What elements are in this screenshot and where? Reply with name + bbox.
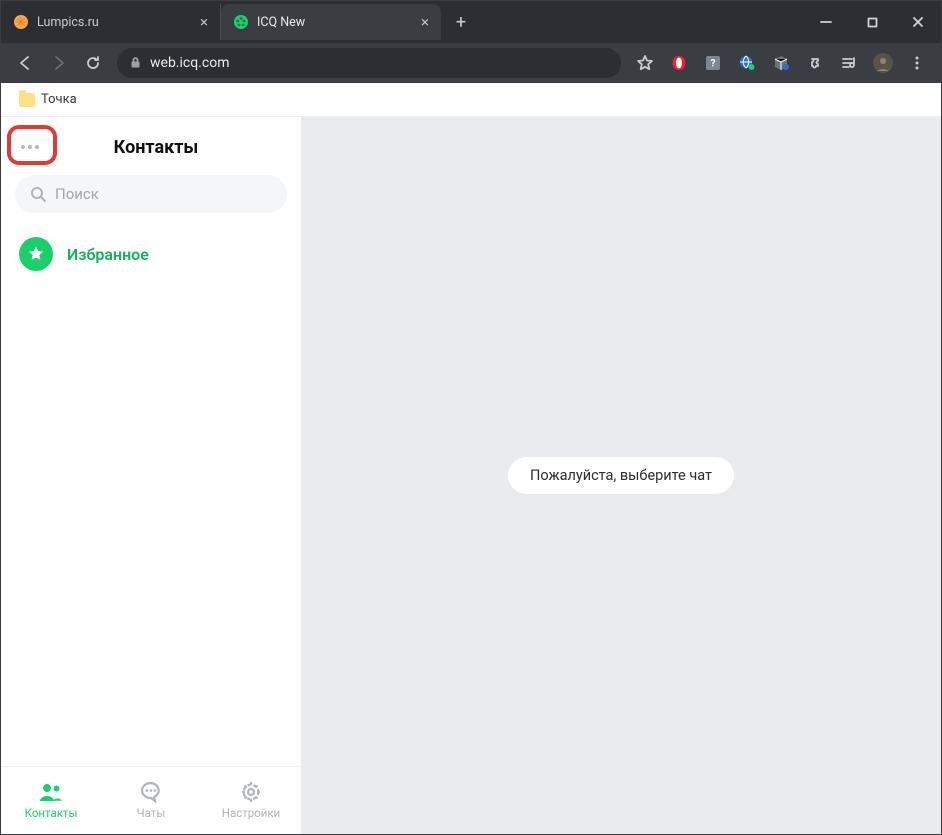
browser-titlebar: Lumpics.ru × ICQ New × + xyxy=(1,1,941,43)
browser-window: Lumpics.ru × ICQ New × + web.icq.com xyxy=(0,0,942,835)
contacts-icon xyxy=(38,781,64,803)
minimize-button[interactable] xyxy=(803,1,849,43)
more-menu-button[interactable] xyxy=(15,135,45,159)
nav-settings[interactable]: Настройки xyxy=(201,767,301,834)
extension-playlist-icon[interactable] xyxy=(833,47,865,79)
search-icon xyxy=(29,185,47,203)
browser-tab-active[interactable]: ICQ New × xyxy=(221,4,441,40)
nav-chats[interactable]: Чаты xyxy=(101,767,201,834)
address-bar[interactable]: web.icq.com xyxy=(117,48,621,78)
extension-opera-icon[interactable] xyxy=(663,47,695,79)
bookmark-folder[interactable]: Точка xyxy=(13,88,83,111)
bottom-nav: Контакты Чаты Настройки xyxy=(1,766,301,834)
app-content: Контакты Избранное Контакты xyxy=(1,117,941,834)
search-field-wrap[interactable] xyxy=(15,175,287,213)
svg-text:?: ? xyxy=(711,59,716,70)
favicon-icon xyxy=(13,14,29,30)
folder-icon xyxy=(19,93,35,107)
tab-close-icon[interactable]: × xyxy=(200,13,208,31)
nav-label: Чаты xyxy=(137,806,166,820)
star-icon xyxy=(19,237,53,271)
nav-label: Контакты xyxy=(25,806,78,820)
lock-icon xyxy=(129,54,142,73)
profile-avatar[interactable] xyxy=(867,47,899,79)
maximize-button[interactable] xyxy=(849,1,895,43)
favicon-icon xyxy=(233,14,249,30)
browser-tab[interactable]: Lumpics.ru × xyxy=(1,4,221,40)
chat-main-area: Пожалуйста, выберите чат xyxy=(301,117,941,834)
bookmark-label: Точка xyxy=(41,92,77,107)
gear-icon xyxy=(239,781,263,803)
sidebar-title: Контакты xyxy=(55,137,257,158)
window-controls xyxy=(803,1,941,43)
nav-back-button[interactable] xyxy=(9,47,41,79)
contact-list: Избранное xyxy=(1,223,301,766)
reload-button[interactable] xyxy=(77,47,109,79)
extension-globe-icon[interactable] xyxy=(731,47,763,79)
extension-box-icon[interactable] xyxy=(765,47,797,79)
browser-menu-button[interactable] xyxy=(901,47,933,79)
extensions-row: ? xyxy=(629,47,933,79)
sidebar-header: Контакты xyxy=(1,117,301,171)
browser-toolbar: web.icq.com ? xyxy=(1,43,941,83)
extension-help-icon[interactable]: ? xyxy=(697,47,729,79)
dots-icon xyxy=(21,145,25,149)
contact-favorites[interactable]: Избранное xyxy=(15,229,287,279)
new-tab-button[interactable]: + xyxy=(447,8,475,36)
tab-title: ICQ New xyxy=(257,15,305,30)
contact-label: Избранное xyxy=(67,245,149,264)
close-window-button[interactable] xyxy=(895,1,941,43)
extensions-puzzle-icon[interactable] xyxy=(799,47,831,79)
nav-forward-button[interactable] xyxy=(43,47,75,79)
tab-close-icon[interactable]: × xyxy=(421,13,429,31)
chats-icon xyxy=(139,781,163,803)
empty-chat-placeholder: Пожалуйста, выберите чат xyxy=(508,457,734,494)
url-text: web.icq.com xyxy=(150,55,229,71)
bookmark-star-button[interactable] xyxy=(629,47,661,79)
nav-label: Настройки xyxy=(222,806,281,820)
sidebar: Контакты Избранное Контакты xyxy=(1,117,301,834)
nav-contacts[interactable]: Контакты xyxy=(1,767,101,834)
tabs-row: Lumpics.ru × ICQ New × + xyxy=(1,1,803,43)
bookmarks-bar: Точка xyxy=(1,83,941,117)
search-input[interactable] xyxy=(55,185,273,203)
tab-title: Lumpics.ru xyxy=(37,15,99,30)
